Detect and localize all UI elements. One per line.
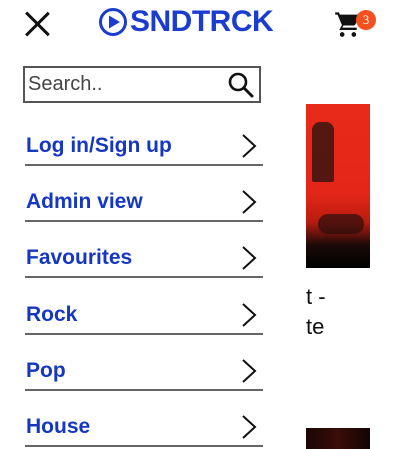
menu-item-favourites[interactable]: Favourites [25,222,263,278]
search-icon[interactable] [227,71,255,99]
logo-text: SNDTRCK [130,5,274,38]
app-logo[interactable]: SNDTRCK [98,4,274,40]
chevron-right-icon [242,415,257,439]
menu-item-house[interactable]: House [25,391,263,447]
chevron-right-icon [242,303,257,327]
menu-item-label: House [26,415,91,438]
chevron-right-icon [242,359,257,383]
menu-item-label: Log in/Sign up [26,134,172,157]
cart-button[interactable]: 3 [334,8,378,40]
side-menu: Log in/Sign up Admin view Favourites Roc… [0,48,278,449]
album-cover-image[interactable] [306,104,370,268]
chevron-right-icon [242,134,257,158]
menu-item-label: Admin view [26,190,143,213]
cart-count-badge: 3 [356,10,376,30]
menu-item-rock[interactable]: Rock [25,279,263,335]
menu-item-login[interactable]: Log in/Sign up [25,110,263,166]
album-title-fragment: t - te [306,284,326,339]
menu-item-admin-view[interactable]: Admin view [25,166,263,222]
album-cover-image[interactable] [306,428,370,449]
chevron-right-icon [242,246,257,270]
menu-item-label: Rock [26,303,78,326]
menu-item-pop[interactable]: Pop [25,335,263,391]
menu-item-label: Favourites [26,246,133,269]
play-circle-icon [99,8,127,36]
search-box [23,66,261,103]
search-input[interactable] [28,68,223,101]
app-header: SNDTRCK 3 [0,0,410,48]
menu-item-label: Pop [26,359,66,382]
chevron-right-icon [242,190,257,214]
close-menu-icon[interactable] [24,10,52,38]
